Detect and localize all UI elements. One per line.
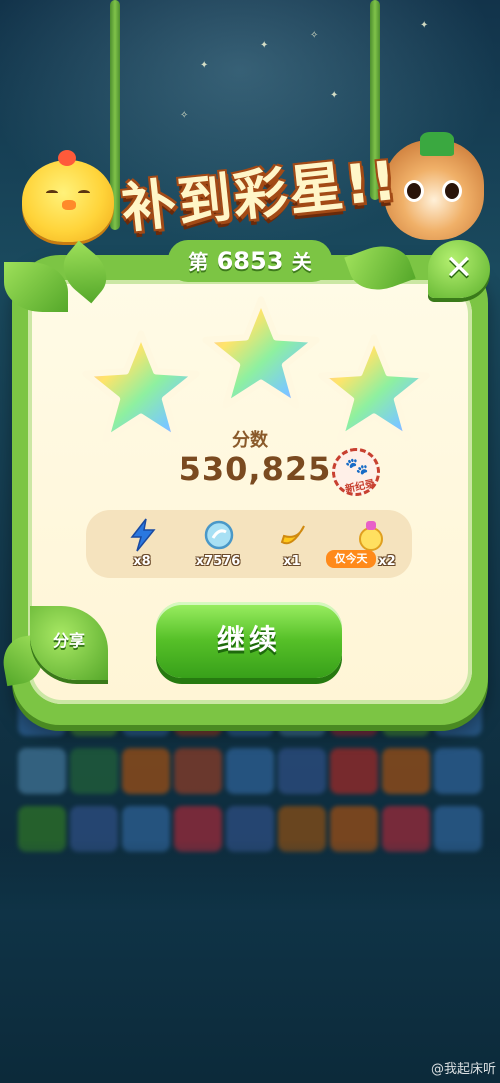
reward-item: x1: [252, 510, 332, 578]
sparkle-decoration: ✧: [310, 30, 319, 41]
reward-item: x8: [102, 510, 182, 578]
close-button[interactable]: ✕: [428, 240, 490, 298]
continue-button[interactable]: 继续: [156, 602, 342, 678]
bottom-fade: [0, 840, 500, 1083]
score-label: 分数: [232, 430, 268, 451]
sparkle-decoration: ✧: [180, 110, 189, 121]
coin-icon: [204, 520, 234, 550]
rewards-strip: x8 x7576 x1 仅今天 x2: [86, 510, 412, 578]
potion-icon: [359, 521, 383, 551]
level-number: 6853: [216, 247, 284, 275]
reward-count: x2: [378, 554, 396, 569]
star-icon: [196, 292, 326, 418]
reward-item: 仅今天 x2: [326, 510, 410, 578]
sparkle-decoration: ✦: [330, 90, 339, 101]
watermark: @我起床听: [430, 1062, 496, 1077]
sparkle-decoration: ✦: [260, 40, 269, 51]
star-icon: [76, 326, 206, 452]
sparkle-decoration: ✦: [200, 60, 209, 71]
banana-icon: [280, 525, 305, 545]
score-value: 530,825: [178, 450, 332, 488]
level-prefix: 第: [188, 250, 209, 274]
star-icon: [312, 330, 436, 450]
level-indicator: 第 6853 关: [168, 240, 332, 282]
level-suffix: 关: [291, 250, 312, 274]
reward-count: x8: [133, 554, 151, 569]
reward-item: x7576: [178, 510, 258, 578]
reward-count: x1: [283, 554, 301, 569]
sparkle-decoration: ✦: [420, 20, 429, 31]
lightning-icon: [130, 518, 156, 552]
reward-count: x7576: [195, 554, 241, 569]
